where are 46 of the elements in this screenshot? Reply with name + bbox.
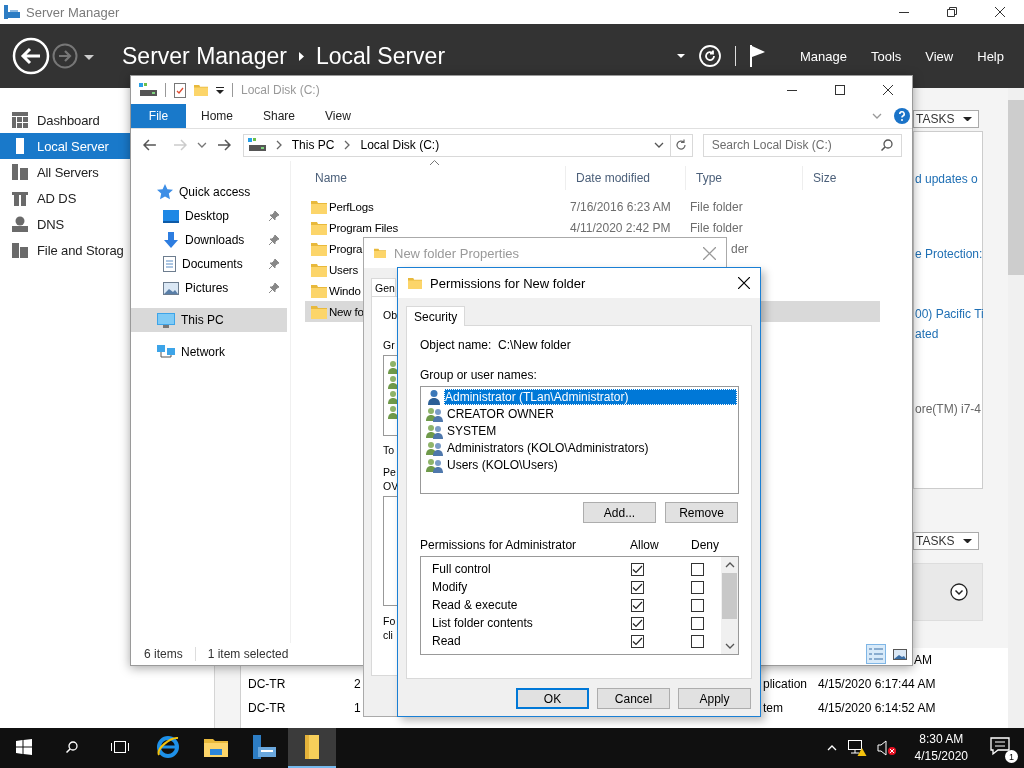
column-header: Deny xyxy=(691,538,720,552)
notification-count: 1 xyxy=(1005,750,1018,763)
selection-count: 1 item selected xyxy=(207,647,289,661)
dialog-title: Permissions for New folder xyxy=(430,275,586,291)
file-name: Users xyxy=(329,263,359,276)
table-cell: AM xyxy=(914,653,932,667)
permission-name: Full control xyxy=(432,562,492,576)
file-type: File folder xyxy=(690,199,743,214)
field-label: Ob xyxy=(383,308,397,322)
file-name: New fo xyxy=(329,305,364,318)
item-count: 6 items xyxy=(144,647,183,661)
table-cell: DC-TR xyxy=(248,701,286,715)
file-type: der xyxy=(731,241,749,256)
field-label: cli xyxy=(383,628,393,642)
window-title: Local Disk (C:) xyxy=(241,83,320,97)
field-label: Object name: xyxy=(420,338,493,352)
permission-name: List folder contents xyxy=(432,616,534,630)
field-label: Gr xyxy=(383,338,395,352)
file-name: PerfLogs xyxy=(329,200,374,213)
column-header: Allow xyxy=(630,538,660,552)
file-type: File folder xyxy=(690,220,743,235)
property-value: ore(TM) i7-4 xyxy=(914,402,982,416)
field-label: To xyxy=(383,443,395,457)
field-label: Pe xyxy=(383,465,396,479)
file-name: Windo xyxy=(329,284,361,297)
table-cell: tem xyxy=(763,701,783,715)
permission-name: Modify xyxy=(432,580,469,594)
window-title: Server Manager xyxy=(26,4,120,20)
field-label: Group or user names: xyxy=(420,368,538,382)
table-cell: DC-TR xyxy=(248,677,286,691)
field-label: Permissions for Administrator xyxy=(420,538,578,552)
table-cell: plication xyxy=(763,677,808,691)
page-title: Local Server xyxy=(315,42,446,70)
file-date: 7/16/2016 6:23 AM xyxy=(570,199,671,214)
permission-name: Read xyxy=(432,634,462,648)
field-label: Fo xyxy=(383,614,396,628)
table-cell: 4/15/2020 6:14:52 AM xyxy=(818,701,936,715)
object-name: C:\New folder xyxy=(498,338,571,352)
file-name: Progra xyxy=(329,242,363,255)
table-cell: 4/15/2020 6:17:44 AM xyxy=(818,677,936,691)
table-cell: 1 xyxy=(354,701,361,715)
table-cell: 2 xyxy=(354,677,361,691)
permission-name: Read & execute xyxy=(432,598,519,612)
file-name: Program Files xyxy=(329,221,398,234)
dialog-title: New folder Properties xyxy=(394,245,519,261)
file-date: 4/11/2020 2:42 PM xyxy=(570,220,671,235)
